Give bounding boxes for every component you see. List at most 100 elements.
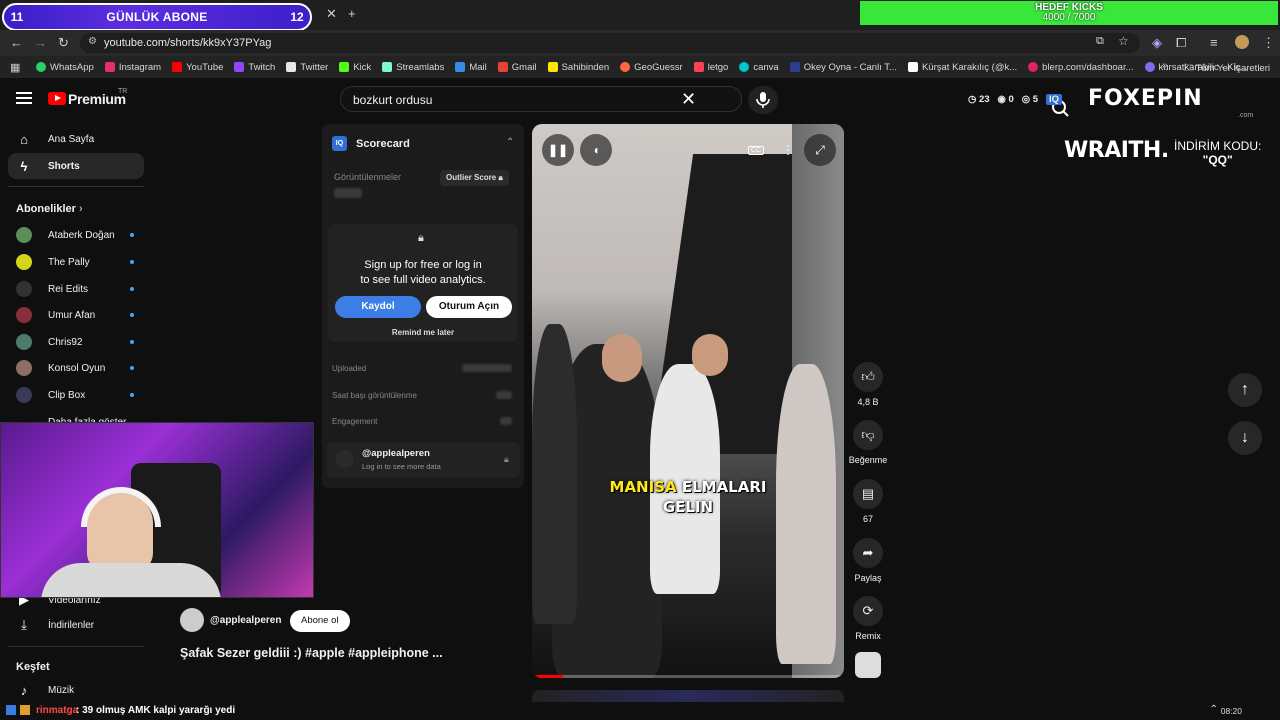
scorecard-title: Scorecard xyxy=(356,138,410,150)
new-content-dot xyxy=(130,393,134,397)
blerp-icon xyxy=(1028,62,1039,72)
more-bookmarks-icon[interactable]: » xyxy=(1162,60,1168,71)
video-progress-bar[interactable] xyxy=(532,675,844,678)
share-button[interactable]: ➦ Paylaş xyxy=(848,538,888,583)
shorts-video-player[interactable]: MANISA ELMALARI GELIN ❚❚ ◖ CC ⋮ ⤢ xyxy=(532,124,844,678)
bookmark-whatsapp[interactable]: WhatsApp xyxy=(36,62,94,73)
more-options-button[interactable]: ⋮ xyxy=(772,134,804,166)
bookmark-letgo[interactable]: letgo xyxy=(693,62,728,73)
apps-grid-icon[interactable]: ▦ xyxy=(10,61,20,74)
channel-avatar[interactable] xyxy=(180,608,204,632)
youtube-logo-icon[interactable] xyxy=(48,92,66,105)
sidebar-divider xyxy=(8,646,144,647)
okey-icon xyxy=(789,62,800,72)
sidebar-item-shorts[interactable]: ϟ Shorts xyxy=(8,153,144,179)
collapse-icon[interactable]: ⌃ xyxy=(506,137,514,148)
bookmark-youtube[interactable]: YouTube xyxy=(172,62,223,73)
like-button[interactable]: 👍︎ 4,8 B xyxy=(848,362,888,407)
new-content-dot xyxy=(130,366,134,370)
site-info-icon[interactable]: ⚙ xyxy=(88,36,97,47)
subscription-item[interactable]: The Pally xyxy=(16,252,140,272)
bookmark-instagram[interactable]: Instagram xyxy=(104,62,161,73)
letgo-icon xyxy=(693,62,704,72)
new-content-dot xyxy=(130,340,134,344)
remind-later-link[interactable]: Remind me later xyxy=(328,328,518,337)
bookmark-tiktok[interactable]: Kürşat Karakılıç (@k... xyxy=(907,62,1017,73)
bookmark-twitter[interactable]: Twitter xyxy=(286,62,328,73)
clear-search-icon[interactable]: ✕ xyxy=(681,89,696,110)
subscription-item[interactable]: Chris92 xyxy=(16,332,140,352)
forward-icon[interactable]: → xyxy=(34,35,47,50)
fullscreen-button[interactable]: ⤢ xyxy=(804,134,836,166)
sidebar-item-downloads[interactable]: ⤓ İndirilenler xyxy=(8,612,144,638)
subscription-item[interactable]: Rei Edits xyxy=(16,279,140,299)
new-tab-icon[interactable]: + xyxy=(348,6,356,21)
browser-menu-icon[interactable]: ⋮ xyxy=(1262,35,1275,51)
pause-button[interactable]: ❚❚ xyxy=(542,134,574,166)
hourly-views-label: Saat başı görüntülenme xyxy=(332,391,417,400)
sidebar-item-home[interactable]: ⌂ Ana Sayfa xyxy=(8,126,144,152)
reload-icon[interactable]: ↻ xyxy=(58,35,69,51)
menu-icon[interactable] xyxy=(16,92,32,104)
subscription-item[interactable]: Umur Afan xyxy=(16,305,140,325)
bookmark-mail[interactable]: Mail xyxy=(455,62,487,73)
dislike-button[interactable]: 👎︎ Beğenme xyxy=(848,420,888,465)
signup-prompt: Sign up for free or log in to see full v… xyxy=(360,259,486,286)
profile-avatar[interactable] xyxy=(1235,35,1249,49)
bookmark-kick[interactable]: Kick xyxy=(339,62,371,73)
back-icon[interactable]: ← xyxy=(10,35,23,50)
bookmark-gmail[interactable]: Gmail xyxy=(497,62,537,73)
subscriptions-heading[interactable]: Abonelikler › xyxy=(16,203,83,215)
previous-video-button[interactable]: ↑ xyxy=(1228,373,1262,407)
bookmark-okey[interactable]: Okey Oyna - Canlı T... xyxy=(789,62,897,73)
bookmark-geoguessr[interactable]: GeoGuessr xyxy=(620,62,683,73)
sahibinden-icon xyxy=(547,62,558,72)
bookmark-twitch[interactable]: Twitch xyxy=(234,62,275,73)
volume-button[interactable]: ◖ xyxy=(580,134,612,166)
video-title[interactable]: Şafak Sezer geldiii :) #apple #appleipho… xyxy=(180,646,443,660)
voice-search-button[interactable] xyxy=(748,86,778,114)
sound-thumbnail[interactable] xyxy=(855,652,881,678)
close-tab-icon[interactable]: ✕ xyxy=(326,6,337,22)
subscription-item[interactable]: Ataberk Doğan xyxy=(16,225,140,245)
volume-icon: ◖ xyxy=(592,143,600,157)
search-input[interactable]: bozkurt ordusu ✕ xyxy=(340,86,1069,117)
extension-icon[interactable]: ◈ xyxy=(1152,35,1162,51)
bookmark-blerp[interactable]: blerp.com/dashboar... xyxy=(1028,62,1134,73)
video-progress-fill xyxy=(532,675,564,678)
sub-goal-current: 11 xyxy=(10,10,24,24)
extensions-puzzle-icon[interactable]: ⧠ xyxy=(1176,35,1186,51)
subscription-item[interactable]: Konsol Oyun xyxy=(16,358,140,378)
avatar xyxy=(16,281,32,297)
subscription-item[interactable]: Clip Box xyxy=(16,385,140,405)
captions-button[interactable]: CC xyxy=(740,134,772,166)
all-bookmarks[interactable]: 🗀 Tüm Yer İşaretleri xyxy=(1184,61,1270,77)
bookmark-streamlabs[interactable]: Streamlabs xyxy=(382,62,444,73)
install-app-icon[interactable]: ⧉ xyxy=(1096,35,1104,48)
views-count: ◉ 0 xyxy=(997,94,1014,105)
tray-chevron-icon[interactable]: ⌃ xyxy=(1210,704,1218,715)
url-field[interactable]: ⚙ youtube.com/shorts/kk9xY37PYag ⧉ ☆ xyxy=(80,33,1140,53)
avatar xyxy=(336,450,354,468)
outlier-score-button[interactable]: Outlier Score 🔒︎ xyxy=(440,170,509,186)
comments-button[interactable]: ▤ 67 xyxy=(848,479,888,524)
remix-button[interactable]: ⟳ Remix xyxy=(848,596,888,641)
register-button[interactable]: Kaydol xyxy=(335,296,421,318)
bookmark-sahibinden[interactable]: Sahibinden xyxy=(547,62,609,73)
next-video-button[interactable]: ↓ xyxy=(1228,421,1262,455)
reading-list-icon[interactable]: ≡ xyxy=(1210,35,1218,50)
analytics-ext-icon[interactable]: IQ xyxy=(1045,94,1063,105)
sidebar-item-music[interactable]: ♪ Müzik xyxy=(8,677,144,703)
video-caption-line2: GELIN xyxy=(662,498,714,516)
login-button[interactable]: Oturum Açın xyxy=(426,296,512,318)
subscribe-button[interactable]: Abone ol xyxy=(290,610,350,632)
channel-handle[interactable]: @applealperen xyxy=(210,615,281,626)
engagement-label: Engagement xyxy=(332,417,378,426)
bookmark-canva[interactable]: canva xyxy=(739,62,779,73)
whatsapp-icon xyxy=(36,62,46,72)
lock-icon: 🔒︎ xyxy=(498,173,503,182)
next-video-preview[interactable] xyxy=(532,690,844,702)
bookmark-star-icon[interactable]: ☆ xyxy=(1118,34,1129,48)
discount-code-label: İNDİRİM KODU: xyxy=(1174,139,1262,153)
globe-icon xyxy=(1144,62,1155,72)
